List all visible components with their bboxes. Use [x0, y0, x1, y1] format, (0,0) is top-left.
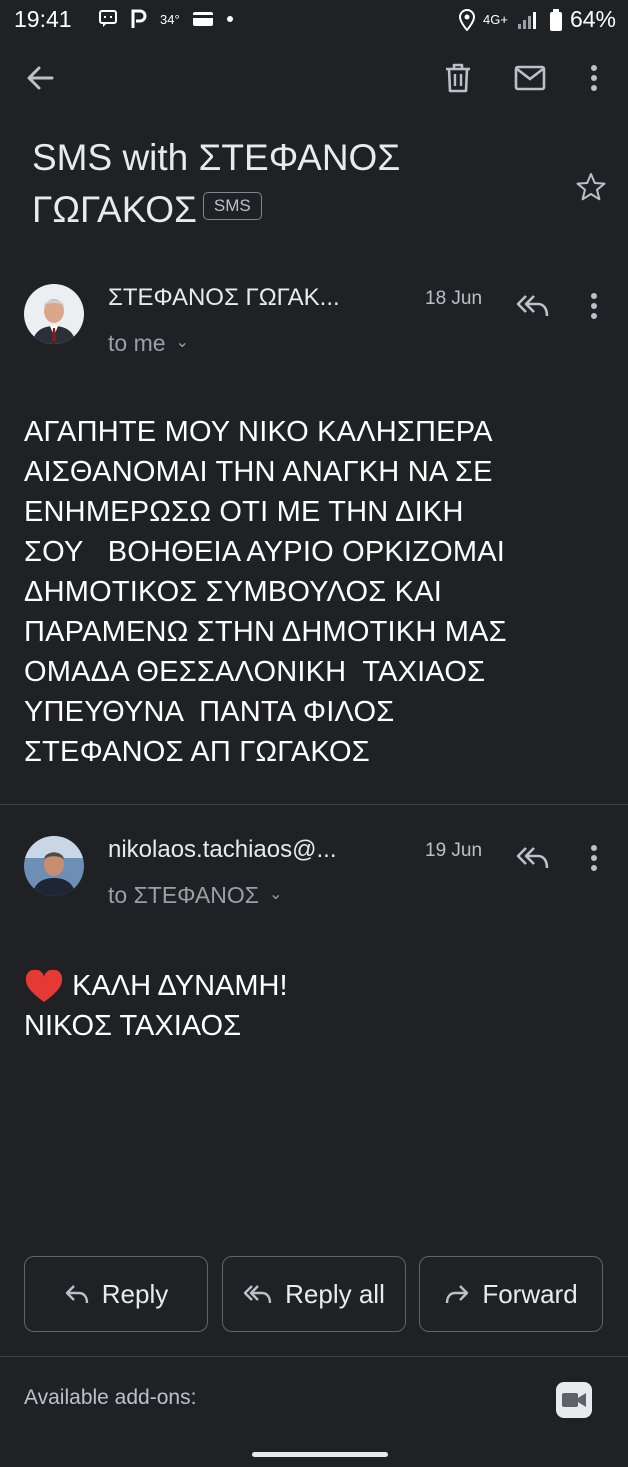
message-icon: [99, 10, 117, 27]
recipient-toggle[interactable]: to me ⌄: [108, 330, 189, 357]
chevron-down-icon: ⌄: [268, 886, 283, 903]
message-body: ΚΑΛΗ ΔΥΝΑΜΗ! ΝΙΚΟΣ ΤΑΧΙΑΟΣ: [24, 966, 288, 1046]
more-options-button[interactable]: [576, 60, 612, 96]
status-battery: 64%: [569, 6, 616, 32]
sender-name: ΣΤΕΦΑΝΟΣ ΓΩΓΑΚ...: [108, 284, 340, 311]
more-vert-icon: [591, 65, 597, 91]
trash-icon: [446, 63, 470, 93]
battery-icon: [549, 8, 562, 31]
star-icon[interactable]: [576, 172, 606, 202]
recipient-toggle[interactable]: to ΣΤΕΦΑΝΟΣ ⌄: [108, 882, 282, 909]
message-date: 19 Jun: [425, 840, 483, 861]
message-line-1: ΚΑΛΗ ΔΥΝΑΜΗ!: [24, 966, 288, 1006]
back-button[interactable]: [22, 60, 58, 96]
recipient-text: to me: [108, 330, 166, 356]
card-icon: [192, 12, 213, 26]
sms-label-badge[interactable]: SMS: [202, 192, 262, 221]
message-body: ΑΓΑΠΗΤΕ ΜΟΥ ΝΙΚΟ ΚΑΛΗΣΠΕΡΑ ΑΙΣΘΑΝΟΜΑΙ ΤΗ…: [24, 416, 507, 768]
reply-all-icon[interactable]: [514, 842, 550, 872]
dot-icon: [226, 16, 233, 22]
addons-divider: [0, 1356, 628, 1357]
more-vert-icon[interactable]: [582, 840, 606, 876]
reply-icon: [65, 1285, 88, 1304]
parking-icon: [131, 9, 147, 28]
gesture-home-bar[interactable]: [252, 1452, 388, 1457]
reply-all-icon: [243, 1285, 272, 1304]
message-line-2: ΝΙΚΟΣ ΤΑΧΙΑΟΣ: [24, 1010, 241, 1042]
toolbar: [0, 48, 628, 110]
chevron-down-icon: ⌄: [175, 334, 189, 351]
heart-icon: [25, 970, 63, 1003]
message-divider: [0, 804, 628, 805]
status-right-icons: 4G+ 64%: [459, 6, 616, 33]
reply-all-button[interactable]: Reply all: [222, 1256, 406, 1332]
status-left-icons: 34°: [98, 8, 234, 30]
forward-icon: [446, 1285, 469, 1304]
more-vert-icon[interactable]: [582, 288, 606, 324]
status-time: 19:41: [14, 6, 72, 32]
video-camera-icon: [562, 1393, 586, 1407]
recipient-text: to ΣΤΕΦΑΝΟΣ: [108, 882, 259, 908]
action-buttons: Reply Reply all Forward: [24, 1256, 604, 1332]
reply-button[interactable]: Reply: [24, 1256, 208, 1332]
message-header-2[interactable]: nikolaos.tachiaos@... 19 Jun to ΣΤΕΦΑΝΟΣ…: [0, 836, 628, 916]
forward-button[interactable]: Forward: [419, 1256, 603, 1332]
status-network: 4G+: [483, 12, 508, 27]
avatar: [24, 284, 84, 344]
sender-name: nikolaos.tachiaos@...: [108, 836, 337, 863]
video-addon-button[interactable]: [556, 1382, 592, 1418]
back-arrow-icon: [27, 66, 54, 90]
avatar: [24, 836, 84, 896]
addons-label: Available add-ons:: [24, 1386, 197, 1409]
message-header-1[interactable]: ΣΤΕΦΑΝΟΣ ΓΩΓΑΚ... 18 Jun to me ⌄: [0, 284, 628, 364]
reply-all-label: Reply all: [285, 1278, 385, 1309]
mark-unread-button[interactable]: [512, 60, 548, 96]
status-temperature: 34°: [160, 11, 180, 27]
message-date: 18 Jun: [425, 288, 483, 309]
reply-all-icon[interactable]: [514, 290, 550, 320]
location-icon: [459, 8, 476, 31]
mail-icon: [514, 65, 546, 91]
email-subject: SMS with ΣΤΕΦΑΝΟΣ ΓΩΓΑΚΟΣ SMS: [32, 132, 552, 236]
status-bar: 19:41 34° 4G+ 64%: [0, 0, 628, 40]
message-text: ΚΑΛΗ ΔΥΝΑΜΗ!: [72, 970, 288, 1002]
signal-icon: [517, 11, 536, 29]
delete-button[interactable]: [440, 60, 476, 96]
reply-label: Reply: [101, 1278, 169, 1309]
forward-label: Forward: [482, 1278, 578, 1309]
